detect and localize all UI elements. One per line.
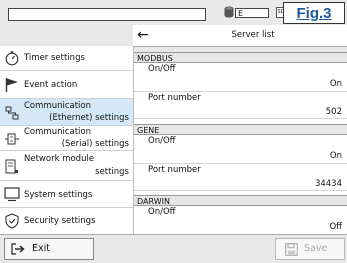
server-setting-row[interactable]: Port number 34434 [134,164,347,191]
shield-icon [5,213,19,229]
sidebar-item-label: Security settings [24,216,96,226]
sidebar-item-label: System settings [24,190,93,200]
setting-label: On/Off [148,64,176,74]
exit-label: Exit [32,243,50,254]
page-header: ← Server list [133,25,347,47]
drive-field: E [235,8,269,18]
page-title: Server list [231,30,275,40]
setting-value: Off [329,222,342,232]
sidebar-item-label-line2: (Serial) settings [61,139,129,149]
stopwatch-icon [5,51,19,66]
status-message-field [8,8,206,21]
sidebar-item-system-settings[interactable]: System settings [0,181,133,208]
setting-label: On/Off [148,207,176,217]
flag-icon [5,78,18,92]
server-list: MODBUS On/Off On Port number 502 GENE On… [134,52,347,234]
sidebar-item-label-line2: (Ethernet) settings [49,113,129,123]
setting-value: On [329,79,342,89]
server-setting-row[interactable]: Port number 502 [134,92,347,119]
exit-icon [11,243,25,255]
server-section-header: MODBUS [134,52,347,63]
setting-label: Port number [148,93,201,103]
settings-sidebar: Timer settings Event action Communicatio… [0,46,134,234]
sidebar-item-label: Event action [24,80,78,90]
server-section-header: DARWIN [134,195,347,206]
setting-label: Port number [148,165,201,175]
figure-label: Fig.3 [283,2,345,24]
sidebar-item-label-line1: Network module [24,154,95,164]
setting-value: 502 [325,107,342,117]
server-setting-row[interactable]: On/Off On [134,63,347,92]
sidebar-item-event-action[interactable]: Event action [0,71,133,99]
sidebar-item-label: Timer settings [24,53,85,63]
sidebar-item-timer-settings[interactable]: Timer settings [0,46,133,71]
setting-value: On [329,151,342,161]
bottom-toolbar: Exit Save [0,234,347,263]
sidebar-item-label-line1: Communication [24,127,91,137]
sidebar-item-label-line1: Communication [24,101,91,111]
exit-button[interactable]: Exit [4,238,94,260]
sidebar-item-security-settings[interactable]: Security settings [0,208,133,234]
database-icon [224,6,234,18]
sidebar-item-network-module-settings[interactable]: Network module settings [0,151,133,181]
save-button[interactable]: Save [275,238,345,260]
back-button[interactable]: ← [133,25,153,45]
network-module-icon [5,159,19,174]
serial-icon [5,133,19,145]
sidebar-item-ethernet-settings[interactable]: Communication (Ethernet) settings [0,99,133,126]
status-bar: E SD Fig.3 [0,0,347,24]
back-arrow-icon: ← [137,27,149,43]
sidebar-item-serial-settings[interactable]: Communication (Serial) settings [0,126,133,151]
server-setting-row[interactable]: On/Off Off [134,206,347,234]
monitor-icon [4,187,20,202]
setting-label: On/Off [148,136,176,146]
save-icon [285,243,298,256]
ethernet-icon [5,106,19,120]
sidebar-item-label-line2: settings [95,167,129,177]
server-setting-row[interactable]: On/Off On [134,135,347,164]
app-window: E SD Fig.3 ← Server list Timer settings [0,0,347,263]
save-label: Save [304,243,328,254]
setting-value: 34434 [314,179,342,189]
server-section-header: GENE [134,124,347,135]
